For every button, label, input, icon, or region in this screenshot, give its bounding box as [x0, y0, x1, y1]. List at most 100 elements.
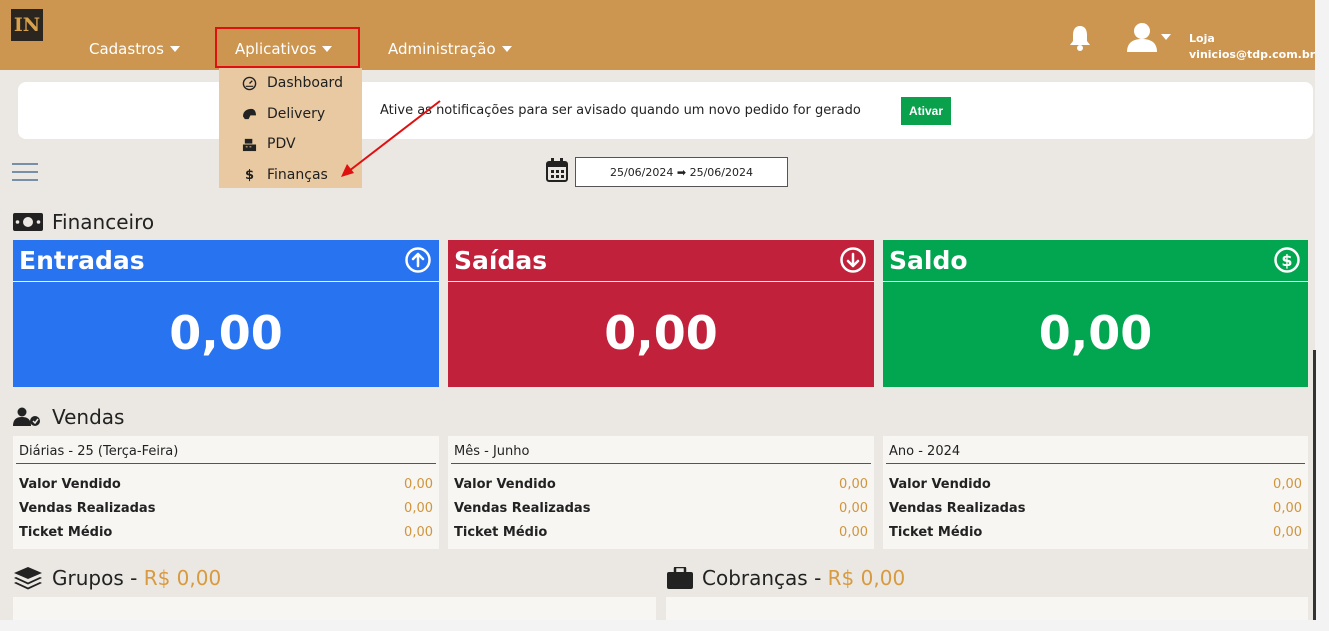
window-edge [0, 620, 1329, 631]
cash-register-icon [241, 137, 258, 152]
stat-value: 0,00 [1273, 477, 1302, 492]
stat-label: Vendas Realizadas [889, 501, 1026, 516]
app-frame: IN Cadastros Aplicativos Administração L… [0, 0, 1315, 620]
stat-label: Valor Vendido [454, 477, 556, 492]
card-header: Saldo $ [883, 240, 1308, 282]
nav-administracao-label: Administração [388, 40, 496, 58]
stat-row: Ticket Médio 0,00 [889, 525, 1302, 543]
menu-item-pdv-label: PDV [267, 136, 296, 152]
card-header: Entradas [13, 240, 439, 282]
menu-item-delivery-label: Delivery [267, 106, 326, 122]
card-header: Saídas [448, 240, 874, 282]
stat-value: 0,00 [839, 525, 868, 540]
cobrancas-panel [666, 597, 1308, 620]
card-saidas: Saídas 0,00 [448, 240, 874, 387]
chevron-down-icon [169, 46, 180, 52]
scrollbar[interactable] [1313, 350, 1316, 620]
section-grupos-label: Grupos - R$ 0,00 [52, 566, 221, 590]
stat-value: 0,00 [404, 501, 433, 516]
grupos-panel [13, 597, 656, 620]
divider [451, 463, 871, 464]
stat-label: Ticket Médio [889, 525, 983, 540]
card-saldo: Saldo $ 0,00 [883, 240, 1308, 387]
bell-icon[interactable] [1069, 25, 1091, 51]
menu-item-financas-label: Finanças [267, 167, 328, 183]
stat-value: 0,00 [404, 477, 433, 492]
section-vendas: Vendas [13, 405, 124, 429]
date-range-input[interactable]: 25/06/2024 ➡ 25/06/2024 [575, 157, 788, 187]
arrow-up-circle-icon [405, 247, 431, 273]
stat-row: Valor Vendido 0,00 [454, 477, 868, 495]
section-cobrancas: Cobranças - R$ 0,00 [667, 566, 905, 590]
users-icon [13, 407, 40, 426]
nav-administracao[interactable]: Administração [388, 40, 512, 58]
stat-label: Ticket Médio [19, 525, 113, 540]
svg-text:$: $ [1281, 251, 1292, 270]
stat-row: Vendas Realizadas 0,00 [889, 501, 1302, 519]
panel-header: Ano - 2024 [889, 444, 961, 459]
gauge-icon [241, 76, 258, 91]
card-saidas-title: Saídas [454, 246, 548, 275]
nav-cadastros[interactable]: Cadastros [89, 40, 180, 58]
stat-label: Vendas Realizadas [454, 501, 591, 516]
section-cobrancas-label: Cobranças - R$ 0,00 [702, 566, 905, 590]
menu-item-dashboard[interactable]: Dashboard [241, 72, 343, 94]
annotation-highlight-box [215, 27, 360, 68]
stat-label: Ticket Médio [454, 525, 548, 540]
window-edge [1315, 0, 1329, 631]
stat-value: 0,00 [1273, 525, 1302, 540]
sales-panel-yearly: Ano - 2024 Valor Vendido 0,00 Vendas Real… [883, 436, 1308, 549]
card-saidas-value: 0,00 [604, 306, 718, 360]
sales-panel-monthly: Mês - Junho Valor Vendido 0,00 Vendas Rea… [448, 436, 874, 549]
section-grupos: Grupos - R$ 0,00 [13, 566, 221, 590]
section-financeiro: Financeiro [13, 210, 154, 234]
aplicativos-dropdown-menu: Dashboard Delivery PDV $ Finanças [219, 68, 362, 188]
card-entradas-value: 0,00 [169, 306, 283, 360]
card-saldo-value: 0,00 [1038, 306, 1153, 360]
grupos-title: Grupos - [52, 566, 144, 590]
chevron-down-icon [501, 46, 512, 52]
section-vendas-label: Vendas [52, 405, 125, 429]
divider [886, 463, 1305, 464]
user-name: Loja [1189, 32, 1215, 45]
money-bill-icon [13, 213, 43, 231]
menu-toggle-icon[interactable] [12, 163, 38, 181]
card-saldo-title: Saldo [889, 246, 968, 275]
user-email: vinicios@tdp.com.br [1189, 48, 1315, 61]
notification-text: Ative as notificações para ser avisado q… [380, 103, 861, 118]
stat-row: Valor Vendido 0,00 [889, 477, 1302, 495]
panel-header: Diárias - 25 (Terça-Feira) [19, 444, 179, 459]
helmet-icon [241, 108, 258, 121]
stat-row: Vendas Realizadas 0,00 [19, 501, 433, 519]
stat-row: Ticket Médio 0,00 [454, 525, 868, 543]
stat-label: Valor Vendido [889, 477, 991, 492]
logo[interactable]: IN [11, 9, 43, 41]
card-entradas: Entradas 0,00 [13, 240, 439, 387]
notification-bar: Ative as notificações para ser avisado q… [18, 82, 1313, 139]
stat-row: Valor Vendido 0,00 [19, 477, 433, 495]
section-financeiro-label: Financeiro [52, 210, 155, 234]
stat-value: 0,00 [839, 501, 868, 516]
dollar-icon: $ [244, 167, 255, 183]
chevron-down-icon[interactable] [1161, 34, 1171, 40]
menu-item-pdv[interactable]: PDV [241, 133, 296, 155]
stat-value: 0,00 [404, 525, 433, 540]
menu-item-delivery[interactable]: Delivery [241, 103, 325, 125]
stat-row: Vendas Realizadas 0,00 [454, 501, 868, 519]
stat-row: Ticket Médio 0,00 [19, 525, 433, 543]
briefcase-icon [667, 567, 693, 589]
card-entradas-title: Entradas [19, 246, 145, 275]
divider [16, 463, 436, 464]
cobrancas-title: Cobranças - [702, 566, 828, 590]
nav-cadastros-label: Cadastros [89, 40, 164, 58]
cobrancas-value: R$ 0,00 [827, 566, 906, 590]
user-avatar-icon[interactable] [1126, 22, 1158, 52]
menu-item-financas[interactable]: $ Finanças [241, 164, 328, 186]
calendar-icon[interactable] [546, 158, 568, 182]
sales-panel-daily: Diárias - 25 (Terça-Feira) Valor Vendido… [13, 436, 439, 549]
menu-item-dashboard-label: Dashboard [267, 75, 343, 91]
grupos-value: R$ 0,00 [143, 566, 222, 590]
panel-header: Mês - Junho [454, 444, 530, 459]
activate-notifications-button[interactable]: Ativar [901, 97, 951, 125]
stat-value: 0,00 [839, 477, 868, 492]
